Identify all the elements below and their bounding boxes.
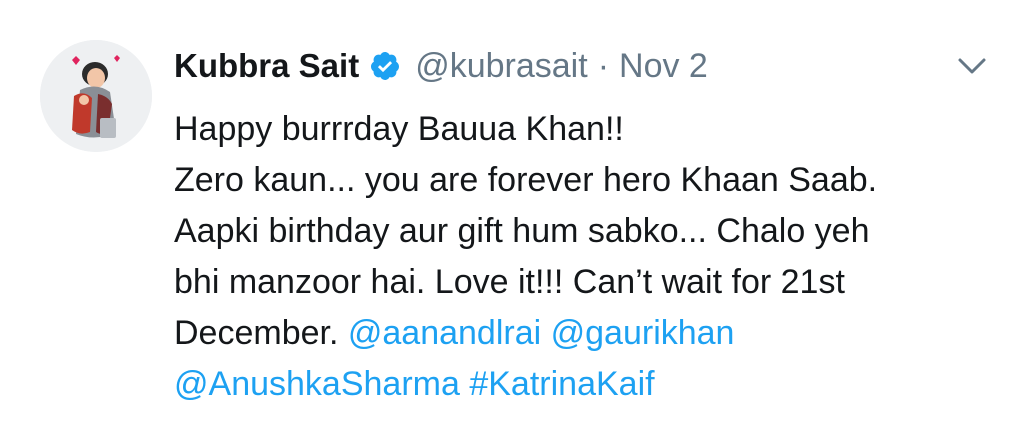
tweet: Kubbra Sait @kubrasait · Nov 2 Happy bur…: [0, 0, 1024, 432]
tweet-line: Aapki birthday aur gift hum sabko... Cha…: [174, 212, 870, 250]
tweet-line: December. @aanandlrai @gaurikhan: [174, 308, 1004, 359]
avatar-illustration-icon: [40, 40, 152, 152]
verified-badge-icon: [369, 50, 401, 82]
tweet-line: Zero kaun... you are forever hero Khaan …: [174, 161, 878, 199]
mention-link[interactable]: @aanandlrai: [348, 314, 541, 352]
tweet-line: @AnushkaSharma #KatrinaKaif: [174, 359, 1004, 410]
tweet-line: bhi manzoor hai. Love it!!! Can’t wait f…: [174, 263, 845, 301]
user-handle[interactable]: @kubrasait: [415, 47, 587, 86]
tweet-text: Happy burrrday Bauua Khan!! Zero kaun...…: [174, 104, 1004, 410]
tweet-menu-button[interactable]: [956, 52, 988, 80]
separator-dot: ·: [597, 46, 610, 85]
chevron-down-icon: [958, 58, 986, 74]
avatar[interactable]: [40, 40, 152, 152]
mention-link[interactable]: @AnushkaSharma: [174, 365, 460, 403]
mention-link[interactable]: @gaurikhan: [551, 314, 735, 352]
hashtag-link[interactable]: #KatrinaKaif: [469, 365, 654, 403]
tweet-header: Kubbra Sait @kubrasait · Nov 2: [174, 44, 708, 88]
tweet-date[interactable]: Nov 2: [619, 47, 708, 86]
tweet-line: Happy burrrday Bauua Khan!!: [174, 110, 624, 148]
tweet-line-text: December.: [174, 314, 339, 352]
display-name[interactable]: Kubbra Sait: [174, 47, 359, 85]
